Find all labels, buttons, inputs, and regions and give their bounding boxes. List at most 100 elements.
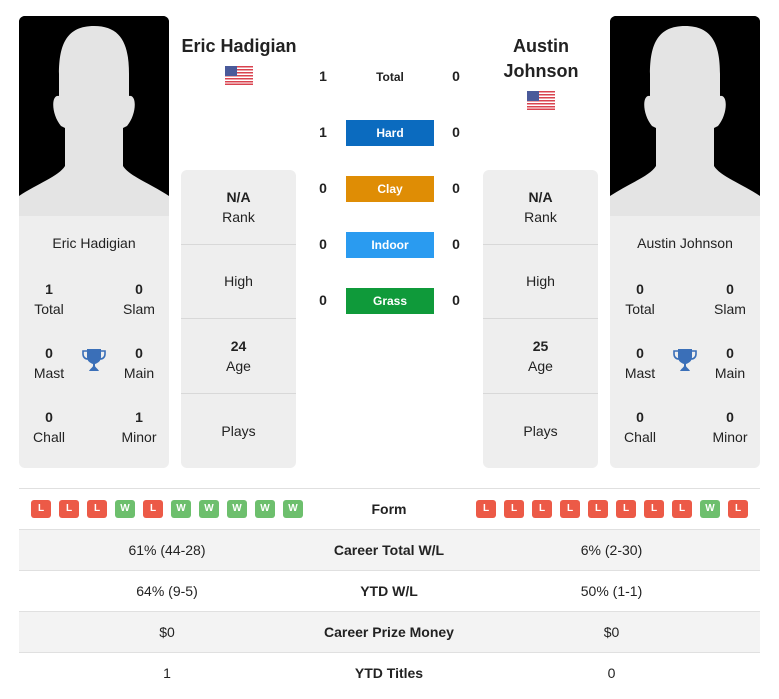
titles-grid: 0 Total 0 Slam 0 Mast 0 Main 0 Chall 0 Minor [610, 279, 760, 468]
form-loss-badge[interactable]: L [532, 500, 552, 518]
plays-cell: Plays [523, 422, 558, 439]
player-card-left: Eric Hadigian 1 Total 0 Slam 0 Mast 0 Main 0… [19, 16, 169, 468]
right-value: 0 [607, 665, 616, 681]
h2h-left-value: 0 [319, 180, 327, 196]
h2h-grass-row: 0 Grass 0 [310, 288, 470, 316]
form-row: LLLWLWWWWW Form LLLLLLLLWL [19, 488, 760, 529]
us-flag-icon [527, 91, 555, 110]
surface-indoor-badge[interactable]: Indoor [346, 232, 434, 258]
titles-grid: 1 Total 0 Slam 0 Mast 0 Main 0 Chall 1 Minor [19, 279, 169, 468]
form-loss-badge[interactable]: L [31, 500, 51, 518]
player-name-right[interactable]: Austin Johnson [501, 34, 581, 84]
left-value: 61% (44-28) [128, 542, 206, 558]
h2h-clay-row: 0 Clay 0 [310, 176, 470, 204]
form-loss-badge[interactable]: L [59, 500, 79, 518]
table-row: 61% (44-28) Career Total W/L 6% (2-30) [19, 529, 760, 570]
comparison-table: LLLWLWWWWW Form LLLLLLLLWL 61% (44-28) C… [19, 488, 760, 693]
high-cell: High [483, 245, 598, 319]
titles-total: 1 Total [34, 281, 64, 317]
row-label: YTD Titles [354, 665, 424, 681]
left-value: 64% (9-5) [136, 583, 198, 599]
surface-clay-badge[interactable]: Clay [346, 176, 434, 202]
titles-minor: 1 Minor [121, 409, 157, 445]
titles-total: 0 Total [625, 281, 655, 317]
form-loss-badge[interactable]: L [672, 500, 692, 518]
info-card-left: N/A Rank High 24 Age Plays [181, 170, 296, 468]
form-win-badge[interactable]: W [115, 500, 135, 518]
form-loss-badge[interactable]: L [728, 500, 748, 518]
titles-chall: 0 Chall [624, 409, 656, 445]
h2h-right-value: 0 [452, 68, 460, 84]
table-row: $0 Career Prize Money $0 [19, 611, 760, 652]
player-header-left: Eric Hadigian [174, 34, 304, 90]
titles-minor: 0 Minor [712, 409, 748, 445]
player-card-name: Eric Hadigian [52, 235, 136, 251]
form-loss-badge[interactable]: L [504, 500, 524, 518]
h2h-right-value: 0 [452, 236, 460, 252]
age-cell: 25 Age [483, 319, 598, 394]
titles-chall: 0 Chall [33, 409, 65, 445]
form-loss-badge[interactable]: L [616, 500, 636, 518]
form-loss-badge[interactable]: L [87, 500, 107, 518]
h2h-right-value: 0 [452, 124, 460, 140]
h2h-left-value: 0 [319, 236, 327, 252]
row-label: Form [371, 501, 407, 517]
high-cell: High [181, 245, 296, 319]
surface-grass-badge[interactable]: Grass [346, 288, 434, 314]
form-win-badge[interactable]: W [255, 500, 275, 518]
age-cell: 24 Age [181, 319, 296, 394]
silhouette-icon [19, 16, 169, 216]
titles-mast: 0 Mast [33, 345, 65, 381]
form-loss-badge[interactable]: L [560, 500, 580, 518]
h2h-left-value: 0 [319, 292, 327, 308]
form-win-badge[interactable]: W [700, 500, 720, 518]
form-right: LLLLLLLLWL [463, 500, 760, 518]
right-value: $0 [603, 624, 620, 640]
right-value: 50% (1-1) [580, 583, 643, 599]
rank-cell: N/A Rank [483, 170, 598, 245]
player-card-name: Austin Johnson [637, 235, 733, 251]
form-win-badge[interactable]: W [227, 500, 247, 518]
titles-main: 0 Main [123, 345, 155, 381]
h2h-right-value: 0 [452, 180, 460, 196]
rank-cell: N/A Rank [181, 170, 296, 245]
table-row: 1 YTD Titles 0 [19, 652, 760, 693]
player-photo-right[interactable] [610, 16, 760, 216]
left-value: 1 [163, 665, 171, 681]
player-name-left[interactable]: Eric Hadigian [174, 34, 304, 59]
us-flag-icon [225, 66, 253, 85]
surface-hard-badge[interactable]: Hard [346, 120, 434, 146]
titles-slam: 0 Slam [714, 281, 746, 317]
silhouette-icon [610, 16, 760, 216]
info-card-right: N/A Rank High 25 Age Plays [483, 170, 598, 468]
form-win-badge[interactable]: W [199, 500, 219, 518]
titles-main: 0 Main [714, 345, 746, 381]
left-value: $0 [159, 624, 175, 640]
table-row: 64% (9-5) YTD W/L 50% (1-1) [19, 570, 760, 611]
row-label: Career Total W/L [333, 542, 445, 558]
right-value: 6% (2-30) [580, 542, 643, 558]
form-win-badge[interactable]: W [171, 500, 191, 518]
h2h-total-row: 1 Total 0 [310, 64, 470, 92]
form-loss-badge[interactable]: L [644, 500, 664, 518]
trophy-icon [82, 349, 106, 371]
row-label: YTD W/L [360, 583, 418, 599]
h2h-right-value: 0 [452, 292, 460, 308]
trophy-icon [673, 349, 697, 371]
titles-mast: 0 Mast [624, 345, 656, 381]
form-loss-badge[interactable]: L [143, 500, 163, 518]
form-win-badge[interactable]: W [283, 500, 303, 518]
plays-cell: Plays [221, 422, 256, 439]
h2h-indoor-row: 0 Indoor 0 [310, 232, 470, 260]
form-loss-badge[interactable]: L [588, 500, 608, 518]
player-photo-left[interactable] [19, 16, 169, 216]
h2h-label: Total [376, 70, 404, 84]
h2h-left-value: 1 [319, 124, 327, 140]
player-card-right: Austin Johnson 0 Total 0 Slam 0 Mast 0 Main … [610, 16, 760, 468]
titles-slam: 0 Slam [123, 281, 155, 317]
form-loss-badge[interactable]: L [476, 500, 496, 518]
row-label: Career Prize Money [324, 624, 454, 640]
h2h-left-value: 1 [319, 68, 327, 84]
form-left: LLLWLWWWWW [19, 500, 315, 518]
h2h-hard-row: 1 Hard 0 [310, 120, 470, 148]
